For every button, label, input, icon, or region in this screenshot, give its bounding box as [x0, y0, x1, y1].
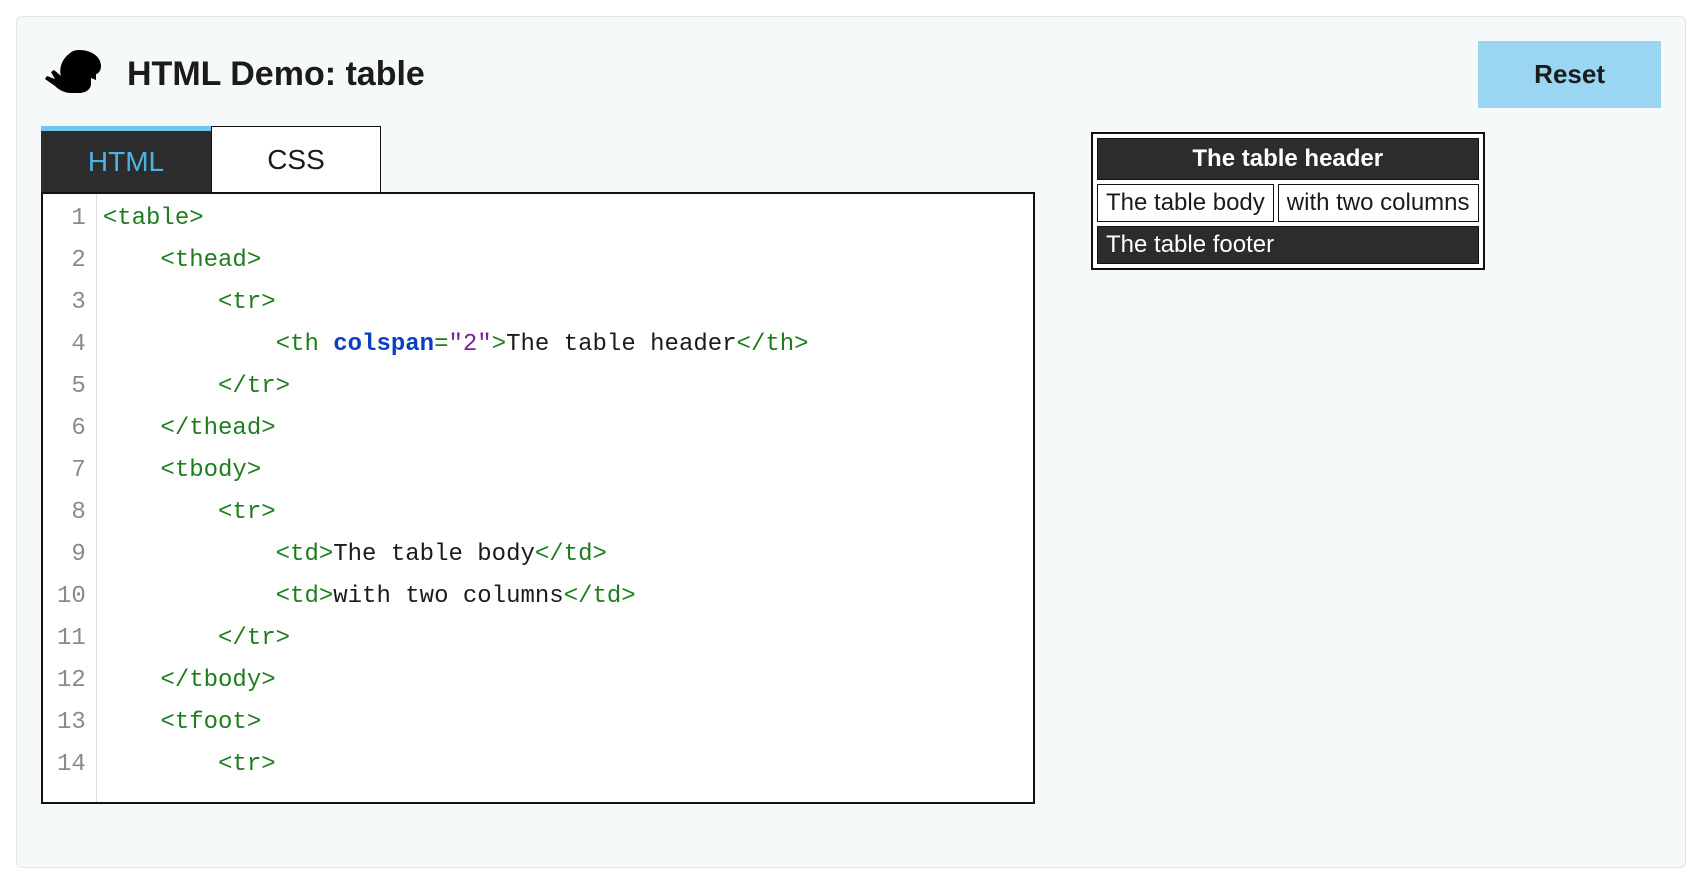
tab-html[interactable]: HTML	[41, 126, 211, 192]
header-row: HTML Demo: table Reset	[41, 41, 1661, 108]
tab-css[interactable]: CSS	[211, 126, 381, 192]
editor-tabs: HTML CSS	[41, 126, 1035, 192]
preview-header-cell: The table header	[1097, 138, 1479, 180]
preview-table: The table header The table body with two…	[1091, 132, 1485, 270]
page-title: HTML Demo: table	[127, 55, 425, 94]
preview-body-cell-2: with two columns	[1278, 184, 1479, 222]
preview-column: The table header The table body with two…	[1091, 126, 1661, 270]
editor-column: HTML CSS 1 2 3 4 5 6 7 8 9 10 11 12 13 1…	[41, 126, 1035, 804]
line-gutter: 1 2 3 4 5 6 7 8 9 10 11 12 13 14	[43, 194, 97, 802]
reset-button[interactable]: Reset	[1478, 41, 1661, 108]
code-inner: 1 2 3 4 5 6 7 8 9 10 11 12 13 14 <table>…	[43, 194, 1033, 802]
code-editor[interactable]: 1 2 3 4 5 6 7 8 9 10 11 12 13 14 <table>…	[41, 192, 1035, 804]
code-lines: <table> <thead> <tr> <th colspan="2">The…	[97, 194, 817, 802]
demo-card: HTML Demo: table Reset HTML CSS 1 2 3 4 …	[16, 16, 1686, 868]
title-group: HTML Demo: table	[41, 48, 425, 102]
workarea: HTML CSS 1 2 3 4 5 6 7 8 9 10 11 12 13 1…	[41, 126, 1661, 804]
preview-footer-cell: The table footer	[1097, 226, 1479, 264]
dino-icon	[41, 48, 105, 102]
preview-body-cell-1: The table body	[1097, 184, 1274, 222]
